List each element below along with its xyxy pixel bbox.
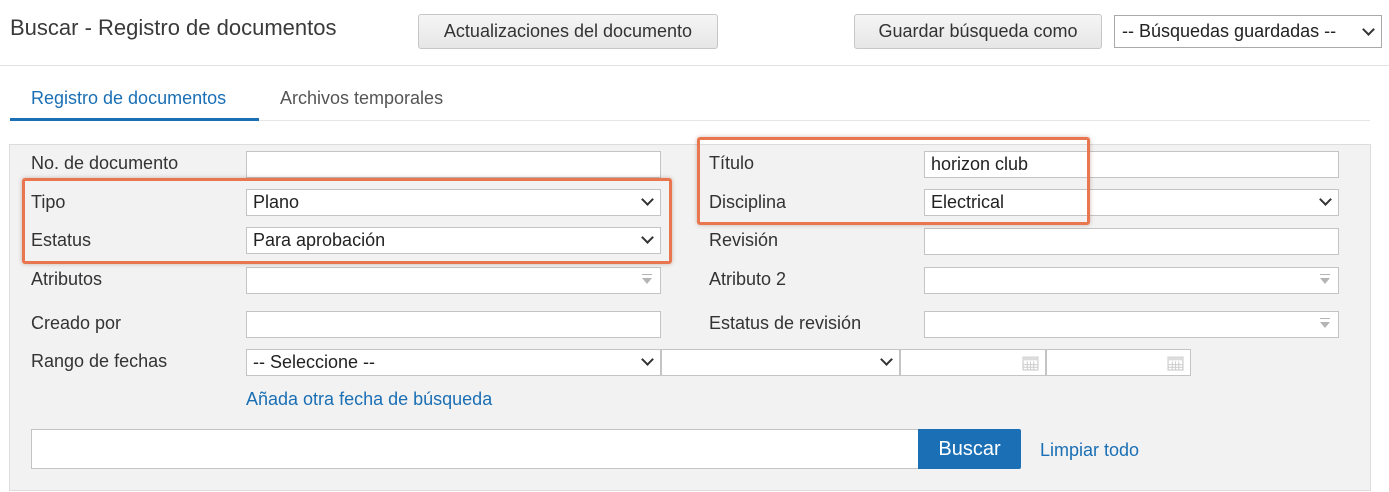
estatus-value: Para aprobación (253, 230, 386, 250)
tipo-label: Tipo (31, 192, 66, 212)
revision-label: Revisión (709, 230, 779, 250)
estatus-revision-select[interactable] (924, 311, 1339, 338)
date-range-type-select[interactable] (661, 349, 900, 376)
save-search-as-button[interactable]: Guardar búsqueda como (854, 14, 1102, 49)
saved-searches-select-value: -- Búsquedas guardadas -- (1122, 21, 1337, 41)
doc-number-input[interactable] (246, 151, 661, 178)
estatus-label: Estatus (31, 230, 92, 250)
titulo-label: Título (709, 153, 755, 173)
chevron-down-icon (1319, 193, 1332, 206)
atributo2-select[interactable] (924, 267, 1339, 294)
rango-fechas-label: Rango de fechas (31, 351, 168, 371)
titulo-value: horizon club (931, 154, 1029, 174)
disciplina-value: Electrical (931, 192, 1005, 212)
titulo-input[interactable]: horizon club (924, 151, 1339, 178)
active-tab-indicator (10, 118, 259, 121)
disciplina-select[interactable]: Electrical (924, 189, 1339, 216)
doc-number-label: No. de documento (31, 153, 179, 173)
atributos-select[interactable] (246, 267, 661, 294)
dropdown-arrow-icon (1320, 318, 1330, 328)
tab-registro-de-documentos[interactable]: Registro de documentos (31, 88, 226, 109)
chevron-down-icon (641, 193, 654, 206)
calendar-icon[interactable] (1167, 354, 1184, 371)
chevron-down-icon (641, 353, 654, 366)
rango-fechas-value: -- Seleccione -- (253, 352, 376, 372)
chevron-down-icon (880, 353, 893, 366)
add-date-search-link[interactable]: Añada otra fecha de búsqueda (246, 389, 492, 410)
page-title: Buscar - Registro de documentos (10, 15, 337, 40)
dropdown-arrow-icon (1320, 274, 1330, 284)
tipo-select[interactable]: Plano (246, 189, 661, 216)
chevron-down-icon (1362, 23, 1375, 36)
atributo2-label: Atributo 2 (709, 269, 787, 289)
document-updates-button[interactable]: Actualizaciones del documento (418, 14, 718, 49)
clear-all-link[interactable]: Limpiar todo (1040, 440, 1139, 461)
chevron-down-icon (641, 231, 654, 244)
disciplina-label: Disciplina (709, 192, 787, 212)
keyword-search-input[interactable] (31, 429, 919, 469)
estatus-select[interactable]: Para aprobación (246, 227, 661, 254)
creado-por-input[interactable] (246, 311, 661, 338)
calendar-icon[interactable] (1022, 354, 1039, 371)
estatus-revision-label: Estatus de revisión (709, 313, 862, 333)
tab-archivos-temporales[interactable]: Archivos temporales (280, 88, 443, 109)
rango-fechas-select[interactable]: -- Seleccione -- (246, 349, 661, 376)
tipo-value: Plano (253, 192, 300, 212)
header-divider (0, 65, 1389, 66)
atributos-label: Atributos (31, 269, 103, 289)
creado-por-label: Creado por (31, 313, 122, 333)
dropdown-arrow-icon (642, 274, 652, 284)
date-to-input[interactable] (1046, 349, 1191, 376)
date-from-input[interactable] (900, 349, 1046, 376)
saved-searches-select[interactable]: -- Búsquedas guardadas -- (1114, 15, 1382, 48)
search-button[interactable]: Buscar (918, 429, 1021, 469)
revision-input[interactable] (924, 228, 1339, 255)
